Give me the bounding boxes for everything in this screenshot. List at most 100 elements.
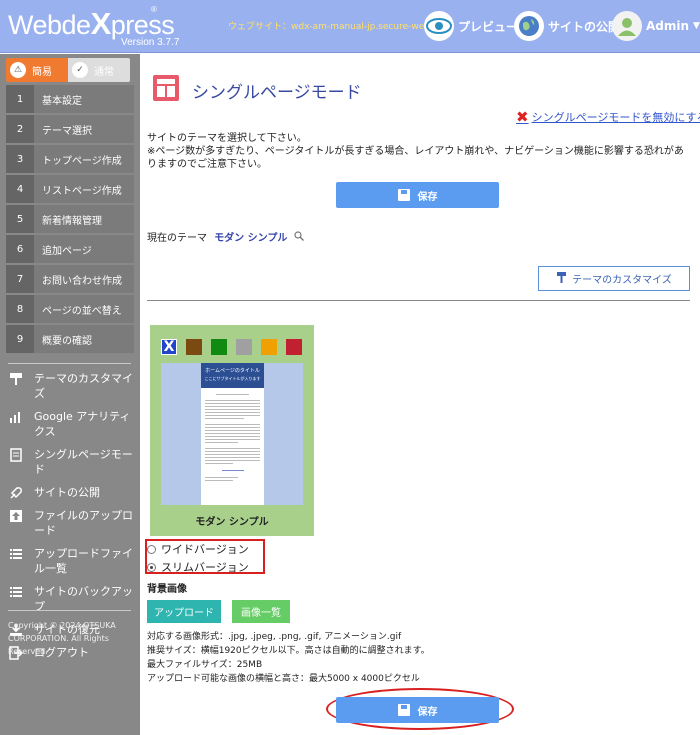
publish-label: サイトの公開 bbox=[548, 19, 621, 34]
single-page-mode-icon bbox=[151, 73, 181, 103]
step-item-4[interactable]: 4 リストページ作成 bbox=[6, 175, 134, 203]
swatch-gray[interactable] bbox=[236, 339, 252, 355]
sidebar-item-publish[interactable]: サイトの公開 bbox=[8, 485, 136, 500]
step-label: 追加ページ bbox=[42, 245, 92, 257]
logo-registered-mark: ® bbox=[151, 5, 157, 14]
save-label: 保存 bbox=[417, 191, 438, 203]
preview-label: プレビュー bbox=[458, 19, 519, 34]
step-item-7[interactable]: 7 お問い合わせ作成 bbox=[6, 265, 134, 293]
sidebar-item-theme-customize[interactable]: テーマのカスタマイズ bbox=[8, 371, 136, 401]
copyright-text: Copyright © 2024 OTSUKA CORPORATION. All… bbox=[8, 621, 116, 656]
close-icon: ✖ bbox=[516, 108, 529, 126]
radio-unchecked-icon bbox=[147, 544, 156, 554]
preview-page: ホームページのタイトル ここにサブタイトルが入ります bbox=[201, 363, 264, 505]
mode-easy-tab[interactable]: ⚠ 簡易 bbox=[6, 58, 68, 82]
theme-preview-image: ホームページのタイトル ここにサブタイトルが入ります bbox=[161, 363, 303, 505]
step-item-6[interactable]: 6 追加ページ bbox=[6, 235, 134, 263]
mode-switch: ⚠ 簡易 ✓ 通常 bbox=[6, 58, 130, 82]
swatch-orange[interactable] bbox=[261, 339, 277, 355]
swatch-blue-selected[interactable]: X bbox=[161, 339, 177, 355]
page-title: シングルページモード bbox=[192, 83, 362, 103]
sidebar-item-single-page[interactable]: シングルページモード bbox=[8, 447, 136, 477]
step-label: 概要の確認 bbox=[42, 335, 92, 347]
spec-formats: 対応する画像形式：.jpg, .jpeg, .png, .gif, アニメーショ… bbox=[147, 632, 402, 642]
current-theme-label: 現在のテーマ bbox=[147, 233, 207, 244]
save-button-top[interactable]: 保存 bbox=[336, 182, 499, 208]
radio-wide-label: ワイドバージョン bbox=[161, 543, 249, 556]
color-swatches: X bbox=[161, 339, 311, 355]
disable-single-page-link[interactable]: ✖ シングルページモードを無効にする bbox=[516, 108, 700, 126]
spec-recommended: 推奨サイズ：横幅1920ピクセル以下。高さは自動的に調整されます。 bbox=[147, 646, 430, 656]
image-specs: 対応する画像形式：.jpg, .jpeg, .png, .gif, アニメーショ… bbox=[147, 630, 430, 686]
step-item-1[interactable]: 1 基本設定 bbox=[6, 85, 134, 113]
step-item-9[interactable]: 9 概要の確認 bbox=[6, 325, 134, 353]
spec-max-dims: アップロード可能な画像の横幅と高さ：最大5000 x 4000ピクセル bbox=[147, 674, 420, 684]
theme-card-name: モダン シンプル bbox=[195, 517, 269, 528]
preview-subtitle: ここにサブタイトルが入ります bbox=[204, 376, 261, 381]
swatch-brown[interactable] bbox=[186, 339, 202, 355]
user-avatar-icon bbox=[612, 11, 642, 41]
preview-header: ホームページのタイトル ここにサブタイトルが入ります bbox=[201, 363, 264, 388]
version-label: Version 3.7.7 bbox=[121, 37, 180, 48]
step-label: 基本設定 bbox=[42, 95, 82, 107]
disable-link-label: シングルページモードを無効にする bbox=[531, 111, 700, 124]
step-label: リストページ作成 bbox=[42, 185, 122, 197]
step-item-3[interactable]: 3 トップページ作成 bbox=[6, 145, 134, 173]
swatch-red[interactable] bbox=[286, 339, 302, 355]
zoom-icon[interactable] bbox=[293, 231, 304, 244]
save-icon bbox=[397, 704, 410, 716]
step-label: ページの並べ替え bbox=[42, 305, 122, 317]
single-page-icon bbox=[8, 447, 24, 462]
brush-icon bbox=[556, 271, 567, 286]
sidebar-item-google-analytics[interactable]: Google アナリティクス bbox=[8, 409, 136, 439]
step-label: トップページ作成 bbox=[42, 155, 122, 167]
sidebar-item-upload-list[interactable]: アップロードファイル一覧 bbox=[8, 546, 136, 576]
site-url[interactable]: ウェブサイト：wdx-am-manual-jp.secure-web.jp bbox=[228, 19, 441, 32]
theme-customize-button[interactable]: テーマのカスタマイズ bbox=[538, 266, 690, 291]
section-divider bbox=[147, 300, 690, 301]
current-theme-name: モダン シンプル bbox=[214, 233, 288, 244]
sidebar: ⚠ 簡易 ✓ 通常 1 基本設定 2 テーマ選択 3 トップページ作成 4 リストページ… bbox=[0, 54, 140, 735]
save-label: 保存 bbox=[417, 706, 438, 718]
sidebar-item-file-upload[interactable]: ファイルのアップロード bbox=[8, 508, 136, 538]
preview-title: ホームページのタイトル bbox=[205, 368, 260, 374]
check-icon: ✓ bbox=[72, 62, 88, 78]
mode-easy-label: 簡易 bbox=[32, 66, 52, 78]
intro-line-1: サイトのテーマを選択して下さい。 bbox=[147, 133, 307, 144]
current-theme: 現在のテーマ モダン シンプル bbox=[147, 229, 304, 244]
step-item-8[interactable]: 8 ページの並べ替え bbox=[6, 295, 134, 323]
sidebar-divider bbox=[8, 363, 131, 364]
upload-button[interactable]: アップロード bbox=[147, 600, 221, 623]
mode-normal-label: 通常 bbox=[94, 66, 114, 78]
swatch-green[interactable] bbox=[211, 339, 227, 355]
step-label: お問い合わせ作成 bbox=[42, 275, 122, 287]
step-label: 新着情報管理 bbox=[42, 215, 102, 227]
intro-text: サイトのテーマを選択して下さい。 ※ページ数が多すぎたり、ページタイトルが長すぎ… bbox=[147, 132, 692, 171]
save-button-bottom[interactable]: 保存 bbox=[336, 697, 499, 723]
admin-menu[interactable]: Admin ▼ bbox=[612, 11, 700, 41]
analytics-icon bbox=[8, 409, 24, 424]
backup-icon bbox=[8, 584, 24, 599]
radio-slim-version[interactable]: スリムバージョン bbox=[147, 559, 249, 575]
step-item-5[interactable]: 5 新着情報管理 bbox=[6, 205, 134, 233]
step-list: 1 基本設定 2 テーマ選択 3 トップページ作成 4 リストページ作成 5 新着情報管理… bbox=[6, 85, 134, 355]
image-list-button[interactable]: 画像一覧 bbox=[232, 600, 290, 623]
preview-button[interactable]: プレビュー bbox=[424, 11, 518, 41]
app-logo[interactable]: WebdeXpress ® Version 3.7.7 bbox=[8, 5, 179, 48]
step-label: テーマ選択 bbox=[42, 125, 92, 137]
background-image-label: 背景画像 bbox=[147, 584, 187, 595]
mode-normal-tab[interactable]: ✓ 通常 bbox=[68, 58, 130, 82]
step-item-2[interactable]: 2 テーマ選択 bbox=[6, 115, 134, 143]
theme-card[interactable]: X ホームページのタイトル ここにサブタイトルが入ります モダン シンプル bbox=[150, 325, 314, 536]
eye-icon bbox=[424, 11, 454, 41]
sidebar-divider bbox=[8, 610, 131, 611]
radio-wide-version[interactable]: ワイドバージョン bbox=[147, 541, 249, 557]
warning-icon: ⚠ bbox=[10, 62, 26, 78]
brush-icon bbox=[8, 371, 24, 386]
rocket-icon bbox=[8, 485, 24, 500]
top-header: WebdeXpress ® Version 3.7.7 ウェブサイト：wdx-a… bbox=[0, 0, 700, 53]
caret-down-icon: ▼ bbox=[693, 21, 700, 31]
globe-icon bbox=[514, 11, 544, 41]
publish-button[interactable]: サイトの公開 bbox=[514, 11, 620, 41]
customize-label: テーマのカスタマイズ bbox=[572, 275, 672, 286]
